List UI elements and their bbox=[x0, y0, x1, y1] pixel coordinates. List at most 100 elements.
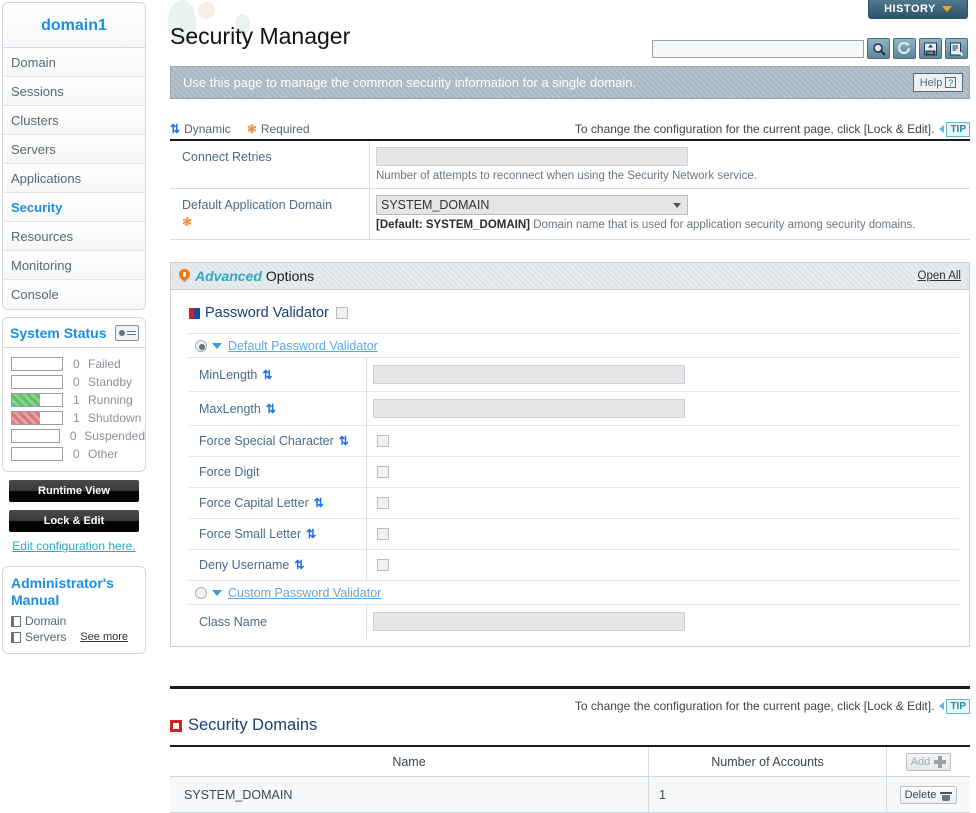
deny-username-checkbox[interactable] bbox=[377, 559, 389, 571]
maxlength-input[interactable] bbox=[373, 399, 685, 418]
manual-item-domain[interactable]: Domain bbox=[3, 613, 145, 629]
sidebar-item-security[interactable]: Security bbox=[3, 193, 145, 222]
sidebar-item-resources[interactable]: Resources bbox=[3, 222, 145, 251]
force-small-letter-checkbox[interactable] bbox=[377, 528, 389, 540]
plus-icon bbox=[934, 755, 947, 768]
help-button[interactable]: Help ? bbox=[913, 73, 963, 92]
history-label: HISTORY bbox=[884, 3, 936, 15]
search-input[interactable] bbox=[652, 39, 864, 58]
tip-badge[interactable]: TIP bbox=[939, 121, 970, 137]
status-label: Failed bbox=[88, 357, 121, 371]
sidebar-item-servers[interactable]: Servers bbox=[3, 135, 145, 164]
validator-field-label-text: Deny Username bbox=[199, 558, 290, 572]
status-row: 0 Standby bbox=[3, 374, 145, 390]
validator-field-control bbox=[367, 605, 959, 638]
refresh-icon[interactable] bbox=[893, 38, 916, 59]
default-password-validator-option[interactable]: Default Password Validator bbox=[189, 333, 959, 357]
triangle-down-icon[interactable] bbox=[212, 342, 222, 349]
section-marker-icon bbox=[170, 719, 182, 732]
advanced-options-section: Advanced Options Open All Password Valid… bbox=[170, 262, 970, 647]
settings-form: Connect Retries Number of attempts to re… bbox=[170, 139, 970, 240]
radio-custom-validator[interactable] bbox=[195, 586, 207, 599]
manual-item-label: Domain bbox=[25, 614, 67, 628]
connect-retries-input[interactable] bbox=[376, 147, 688, 166]
validator-field-control bbox=[367, 519, 959, 549]
advanced-options-header: Advanced Options Open All bbox=[170, 262, 970, 290]
advanced-options-body: Password Validator Default Password Vali… bbox=[170, 290, 970, 647]
edit-configuration-link[interactable]: Edit configuration here. bbox=[0, 539, 148, 554]
cell-name: SYSTEM_DOMAIN bbox=[170, 777, 648, 813]
radio-default-validator[interactable] bbox=[195, 339, 207, 352]
validator-field-row: MinLength ⇅ bbox=[189, 357, 959, 391]
form-row-connect-retries: Connect Retries Number of attempts to re… bbox=[170, 141, 970, 189]
administrators-manual-card: Administrator's Manual Domain Servers Se… bbox=[2, 566, 146, 654]
monitor-icon[interactable] bbox=[115, 324, 139, 341]
force-special-character-checkbox[interactable] bbox=[377, 435, 389, 447]
see-more-link[interactable]: See more bbox=[80, 631, 128, 643]
sidebar-item-clusters[interactable]: Clusters bbox=[3, 106, 145, 135]
chevron-down-icon bbox=[673, 203, 681, 208]
validator-field-label-text: Force Digit bbox=[199, 465, 260, 479]
validator-field-label-text: Force Special Character bbox=[199, 434, 334, 448]
force-capital-letter-checkbox[interactable] bbox=[377, 497, 389, 509]
triangle-down-icon[interactable] bbox=[212, 589, 222, 596]
help-label: Help bbox=[919, 76, 943, 89]
default-password-validator-link[interactable]: Default Password Validator bbox=[228, 339, 378, 353]
default-application-domain-select[interactable]: SYSTEM_DOMAIN bbox=[376, 195, 688, 215]
default-validator-fields: MinLength ⇅ MaxLength ⇅ Force Special Charac… bbox=[189, 357, 959, 580]
tip-label: TIP bbox=[946, 121, 970, 137]
validator-field-control bbox=[367, 488, 959, 518]
status-count: 0 bbox=[73, 375, 80, 389]
system-status-list: 0 Failed 0 Standby 1 Running 1 Shutdown 0 Suspend… bbox=[3, 348, 145, 471]
validator-field-control bbox=[367, 550, 959, 580]
status-bar bbox=[11, 393, 63, 407]
status-label: Other bbox=[88, 447, 119, 461]
form-field: SYSTEM_DOMAIN [Default: SYSTEM_DOMAIN] D… bbox=[370, 189, 970, 239]
advanced-label: Advanced bbox=[195, 268, 262, 284]
sidebar-item-monitoring[interactable]: Monitoring bbox=[3, 251, 145, 280]
custom-password-validator-link[interactable]: Custom Password Validator bbox=[228, 586, 381, 600]
sidebar-item-sessions[interactable]: Sessions bbox=[3, 77, 145, 106]
export-xml-icon[interactable]: XML bbox=[919, 38, 942, 59]
lock-and-edit-button[interactable]: Lock & Edit bbox=[9, 510, 139, 532]
validator-field-label: Force Special Character ⇅ bbox=[189, 426, 367, 456]
minlength-input[interactable] bbox=[373, 365, 685, 384]
validator-field-label-text: Class Name bbox=[199, 614, 268, 629]
custom-password-validator-option[interactable]: Custom Password Validator bbox=[189, 580, 959, 604]
search-icon[interactable] bbox=[867, 38, 890, 59]
validator-field-label: MaxLength ⇅ bbox=[189, 392, 367, 425]
dynamic-icon: ⇅ bbox=[262, 367, 273, 382]
manual-title: Administrator's Manual bbox=[11, 575, 114, 608]
runtime-view-button[interactable]: Runtime View bbox=[9, 480, 139, 502]
delete-button[interactable]: Delete bbox=[899, 785, 958, 804]
dynamic-icon: ⇅ bbox=[294, 558, 305, 572]
export-report-icon[interactable] bbox=[945, 38, 968, 59]
custom-validator-fields: Class Name bbox=[189, 604, 959, 638]
validator-field-label: MinLength ⇅ bbox=[189, 358, 367, 391]
status-label: Standby bbox=[88, 375, 133, 389]
status-label: Running bbox=[88, 393, 133, 407]
validator-field-label: Class Name bbox=[189, 605, 367, 638]
section-divider bbox=[170, 686, 970, 689]
svg-text:XML: XML bbox=[927, 50, 934, 54]
system-status-card: System Status 0 Failed 0 Standby 1 Running 1 Sh… bbox=[2, 317, 146, 472]
main-content: Security Manager HISTORY XML Use this pa… bbox=[162, 0, 976, 813]
open-all-link[interactable]: Open All bbox=[918, 270, 961, 282]
sidebar-item-console[interactable]: Console bbox=[3, 280, 145, 309]
add-button[interactable]: Add bbox=[905, 752, 952, 771]
toolbar: XML bbox=[652, 38, 968, 59]
status-bar bbox=[11, 411, 63, 425]
sidebar-item-applications[interactable]: Applications bbox=[3, 164, 145, 193]
sidebar-item-domain[interactable]: Domain bbox=[3, 48, 145, 77]
password-validator-checkbox[interactable] bbox=[335, 307, 348, 319]
manual-item-servers[interactable]: Servers See more bbox=[3, 629, 145, 645]
field-help: Number of attempts to reconnect when usi… bbox=[376, 170, 757, 182]
status-bar-fill bbox=[12, 394, 40, 406]
password-validator-header: Password Validator bbox=[189, 302, 959, 324]
security-domains-table: Name Number of Accounts Add SYSTEM_DOMAI… bbox=[170, 745, 970, 813]
class-name-input[interactable] bbox=[373, 612, 685, 631]
history-button[interactable]: HISTORY bbox=[868, 0, 968, 19]
validator-field-label-text: MinLength bbox=[199, 367, 258, 382]
force-digit-checkbox[interactable] bbox=[377, 466, 389, 478]
tip-badge[interactable]: TIP bbox=[939, 698, 970, 714]
